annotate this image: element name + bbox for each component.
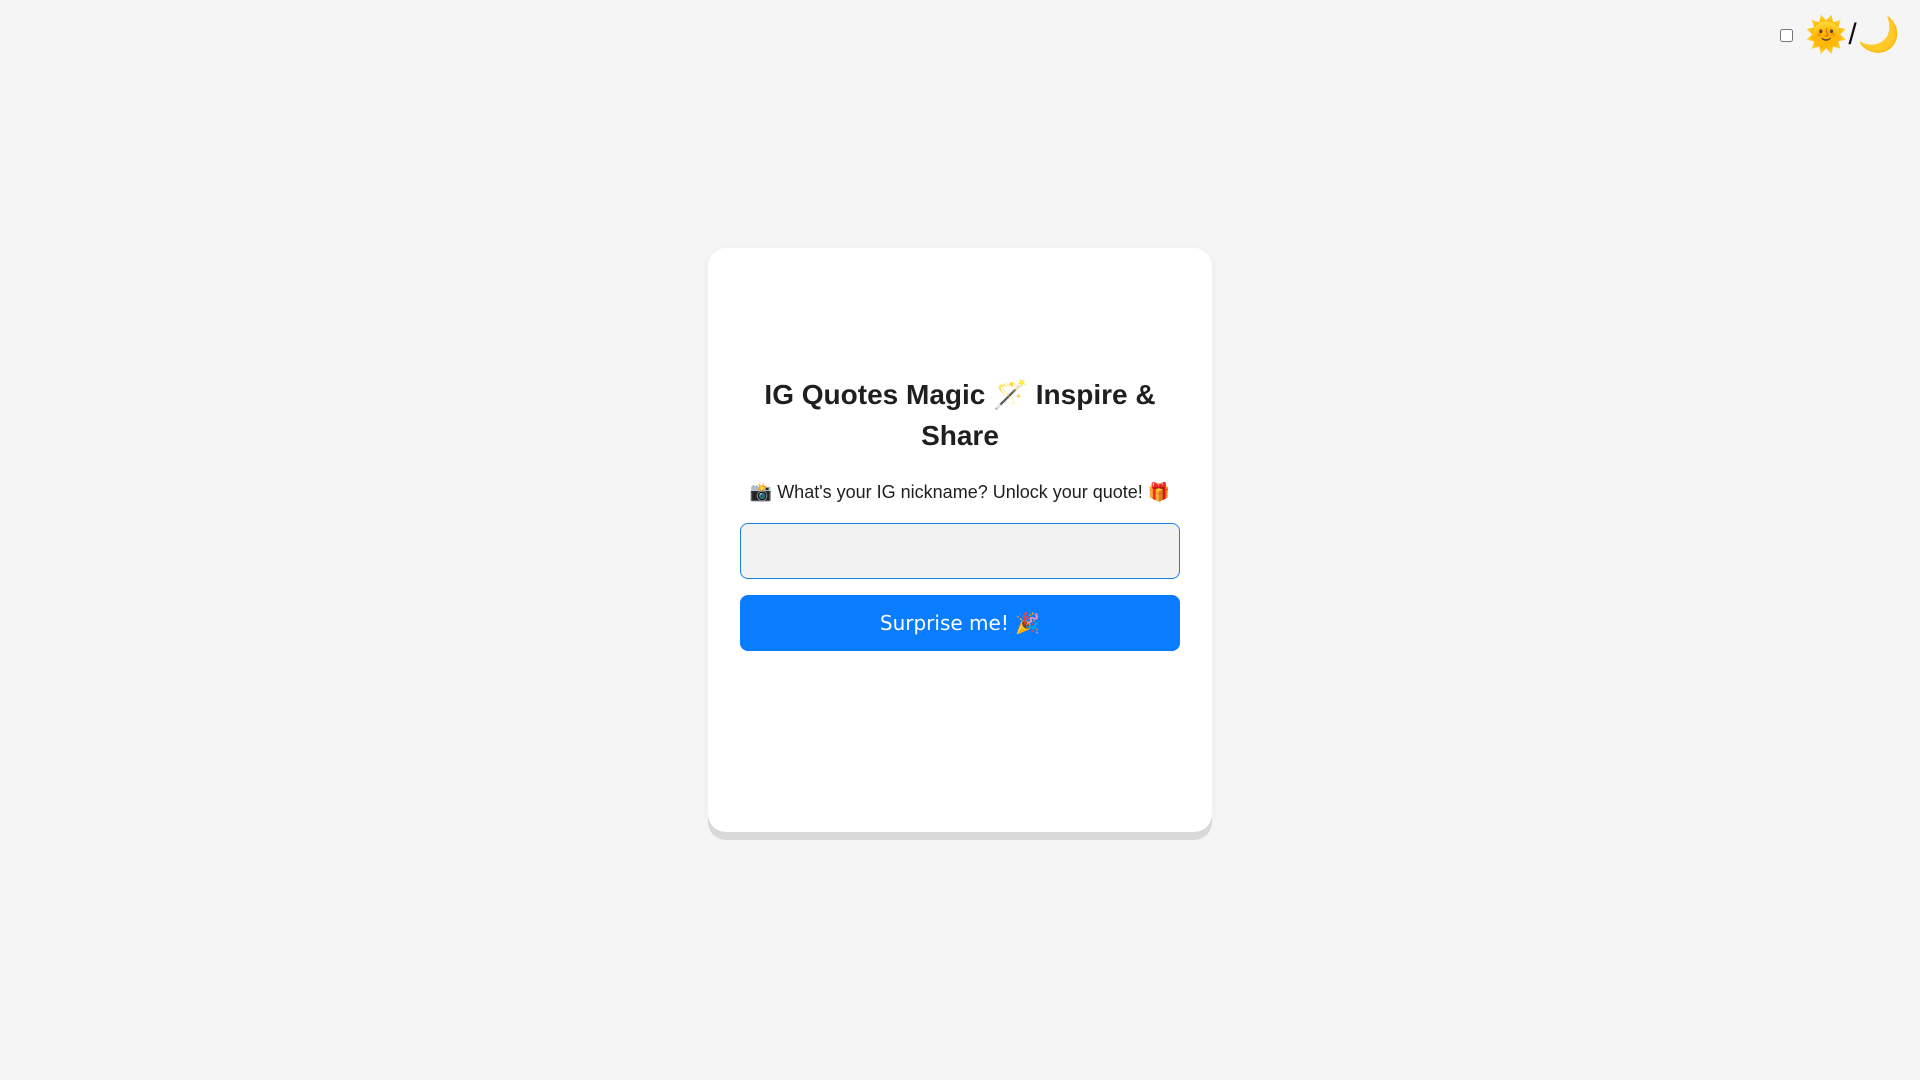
surprise-me-button[interactable]: Surprise me! 🎉 — [740, 595, 1180, 651]
theme-toggle-checkbox[interactable] — [1779, 28, 1793, 42]
nickname-prompt: 📸 What's your IG nickname? Unlock your q… — [749, 482, 1171, 502]
theme-toggle: 🌞 / 🌙 — [1779, 18, 1900, 52]
moon-icon: 🌙 — [1857, 16, 1900, 54]
page-title: IG Quotes Magic 🪄 Inspire & Share — [764, 379, 1156, 451]
theme-toggle-icons: 🌞 / 🌙 — [1805, 18, 1900, 52]
nickname-input[interactable] — [740, 523, 1180, 579]
sun-icon: 🌞 — [1804, 16, 1848, 54]
theme-separator: / — [1848, 18, 1857, 51]
quote-card: IG Quotes Magic 🪄 Inspire & Share 📸 What… — [708, 248, 1212, 832]
